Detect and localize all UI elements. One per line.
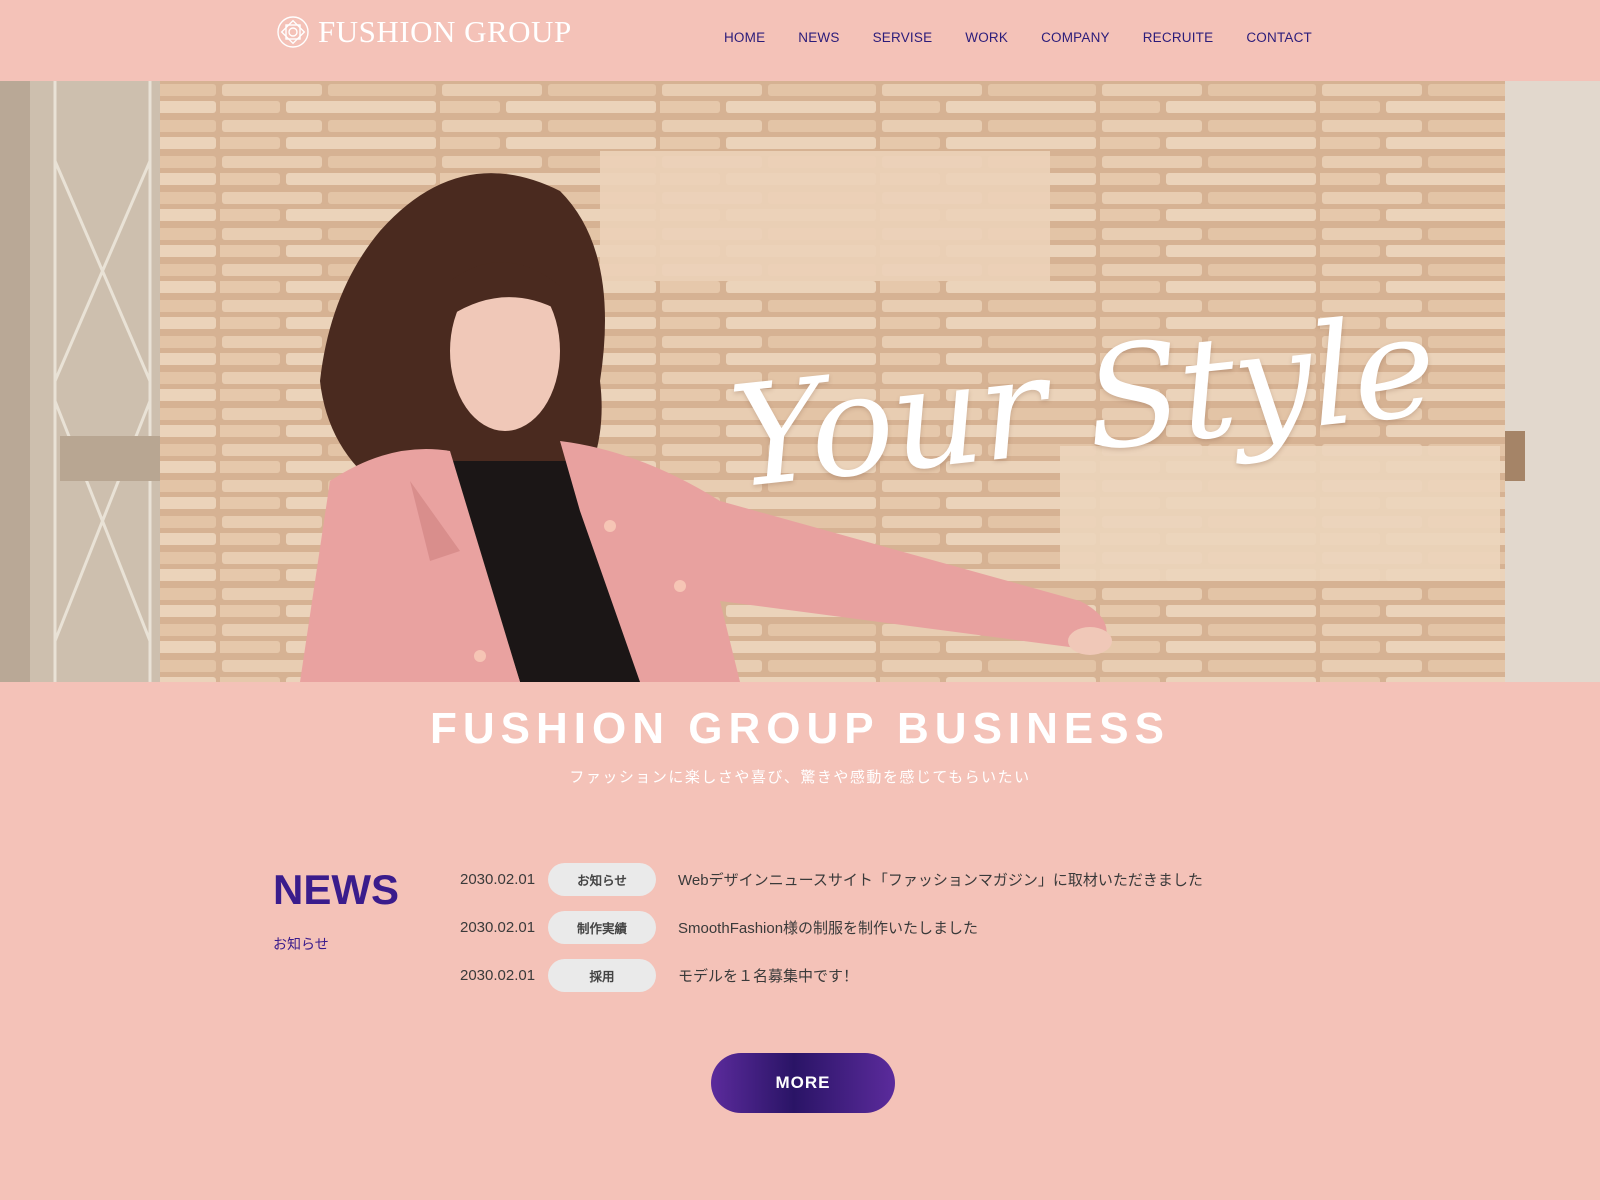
news-date: 2030.02.01: [460, 870, 536, 888]
news-date: 2030.02.01: [460, 966, 536, 984]
more-button[interactable]: MORE: [711, 1053, 895, 1113]
news-item[interactable]: 2030.02.01 お知らせ Webデザインニュースサイト「ファッションマガジ…: [460, 855, 1203, 903]
news-category-badge: 採用: [548, 958, 656, 992]
main-nav: HOME NEWS SERVISE WORK COMPANY RECRUITE …: [691, 30, 1312, 45]
news-item[interactable]: 2030.02.01 採用 モデルを１名募集中です！: [460, 951, 1203, 999]
logo-text: FUSHION GROUP: [318, 14, 572, 49]
logo[interactable]: FUSHION GROUP: [276, 14, 572, 50]
nav-home[interactable]: HOME: [724, 30, 765, 45]
nav-company[interactable]: COMPANY: [1041, 30, 1110, 45]
news-title-link[interactable]: SmoothFashion様の制服を制作いたしました: [678, 917, 978, 938]
business-title: FUSHION GROUP BUSINESS: [430, 704, 1170, 753]
news-item[interactable]: 2030.02.01 制作実績 SmoothFashion様の制服を制作いたしま…: [460, 903, 1203, 951]
news-title-link[interactable]: Webデザインニュースサイト「ファッションマガジン」に取材いただきました: [678, 869, 1203, 890]
news-category-badge: お知らせ: [548, 862, 656, 896]
business-subtitle: ファッションに楽しさや喜び、驚きや感動を感じてもらいたい: [569, 769, 1031, 786]
nav-work[interactable]: WORK: [965, 30, 1008, 45]
nav-service[interactable]: SERVISE: [873, 30, 933, 45]
hero-banner: Your Style: [0, 81, 1600, 682]
nav-news[interactable]: NEWS: [798, 30, 839, 45]
nav-recruit[interactable]: RECRUITE: [1143, 30, 1214, 45]
nav-contact[interactable]: CONTACT: [1246, 30, 1312, 45]
news-list: 2030.02.01 お知らせ Webデザインニュースサイト「ファッションマガジ…: [460, 855, 1203, 999]
news-date: 2030.02.01: [460, 918, 536, 936]
logo-flower-icon: [277, 16, 309, 48]
site-header: FUSHION GROUP HOME NEWS SERVISE WORK COM…: [0, 0, 1600, 81]
news-heading: NEWS: [273, 866, 399, 913]
news-subheading: お知らせ: [273, 936, 329, 952]
news-category-badge: 制作実績: [548, 910, 656, 944]
news-title-link[interactable]: モデルを１名募集中です！: [678, 965, 858, 986]
